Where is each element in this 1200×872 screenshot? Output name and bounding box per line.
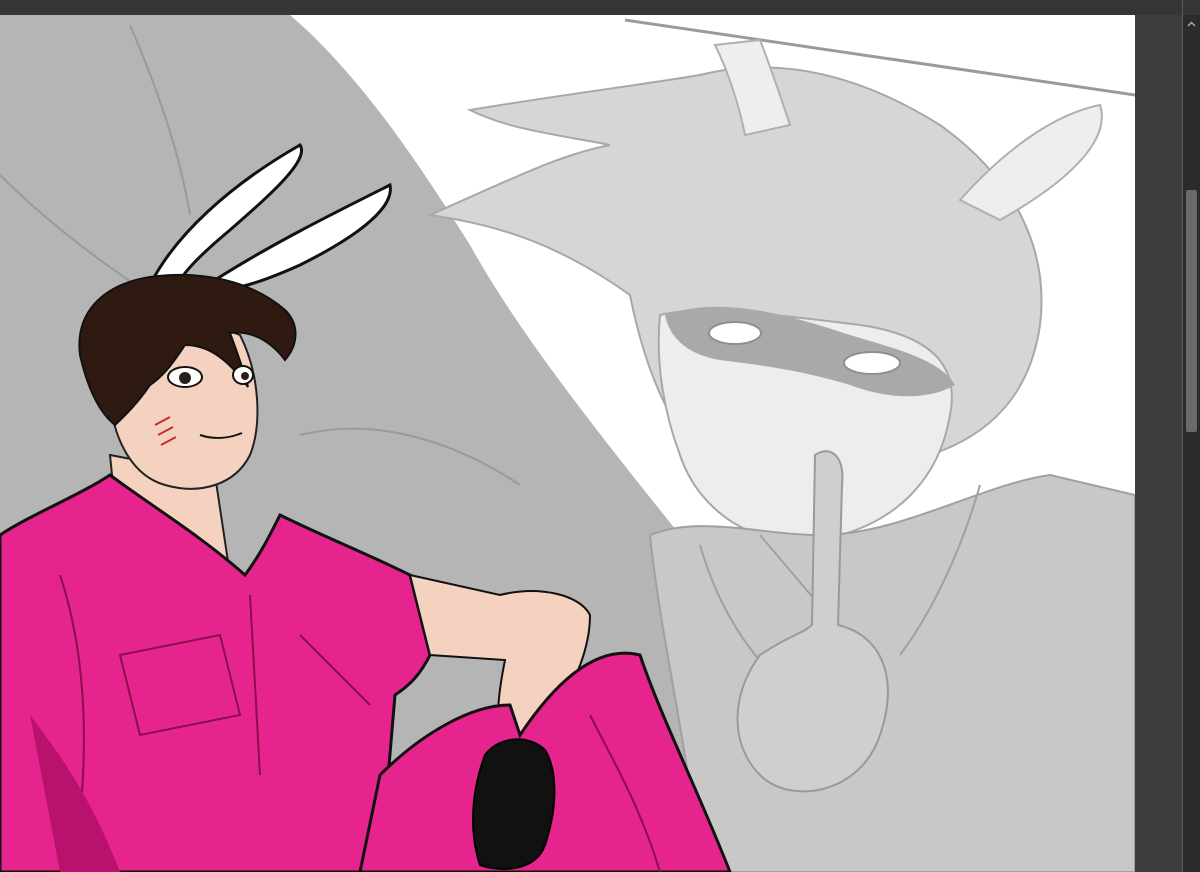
- vertical-scrollbar[interactable]: [1183, 15, 1200, 872]
- side-panel: [1135, 15, 1183, 872]
- bg-coat: [648, 473, 1135, 872]
- drawing-canvas[interactable]: [0, 15, 1135, 872]
- scrollbar-thumb[interactable]: [1186, 190, 1197, 432]
- glove: [472, 738, 556, 870]
- app-window: [0, 0, 1200, 872]
- top-bar: [0, 0, 1200, 15]
- chevron-up-icon[interactable]: [1187, 20, 1196, 29]
